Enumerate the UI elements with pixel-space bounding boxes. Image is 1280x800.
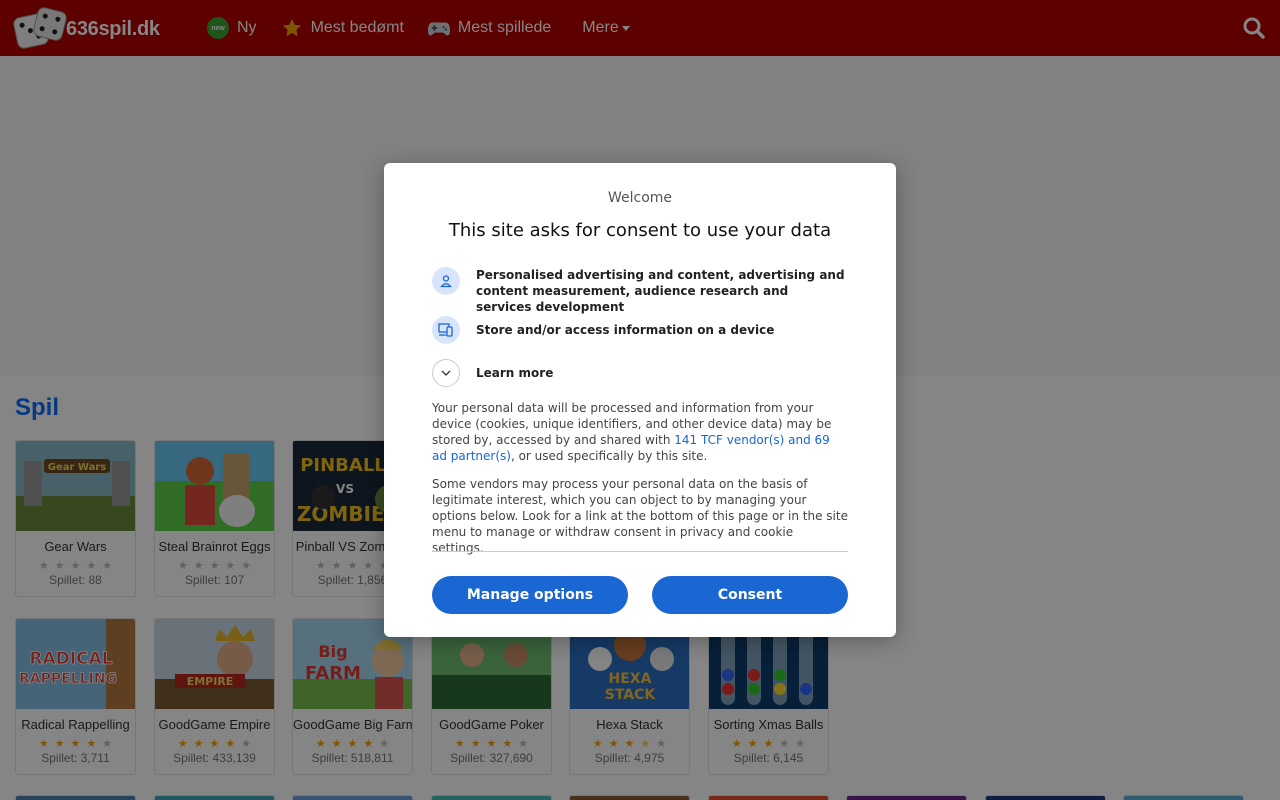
manage-options-button[interactable]: Manage options	[432, 576, 628, 614]
dialog-welcome: Welcome	[607, 190, 673, 206]
learn-more-toggle[interactable]: Learn more	[432, 359, 846, 387]
purpose-store-info: Store and/or access information on a dev…	[432, 316, 846, 344]
person-icon	[432, 267, 460, 295]
purpose-label: Personalised advertising and content, ad…	[476, 268, 845, 314]
divider	[432, 551, 848, 552]
consent-paragraph-2: Some vendors may process your personal d…	[432, 477, 848, 555]
consent-paragraph-1: Your personal data will be processed and…	[432, 401, 832, 463]
learn-more-label: Learn more	[476, 366, 554, 380]
dialog-title: This site asks for consent to use your d…	[448, 220, 832, 241]
consent-button[interactable]: Consent	[652, 576, 848, 614]
consent-dialog: Welcome This site asks for consent to us…	[384, 163, 896, 637]
chevron-down-icon	[432, 359, 460, 387]
purpose-label: Store and/or access information on a dev…	[476, 323, 775, 337]
devices-icon	[432, 316, 460, 344]
purpose-personalised-ads: Personalised advertising and content, ad…	[432, 267, 846, 315]
